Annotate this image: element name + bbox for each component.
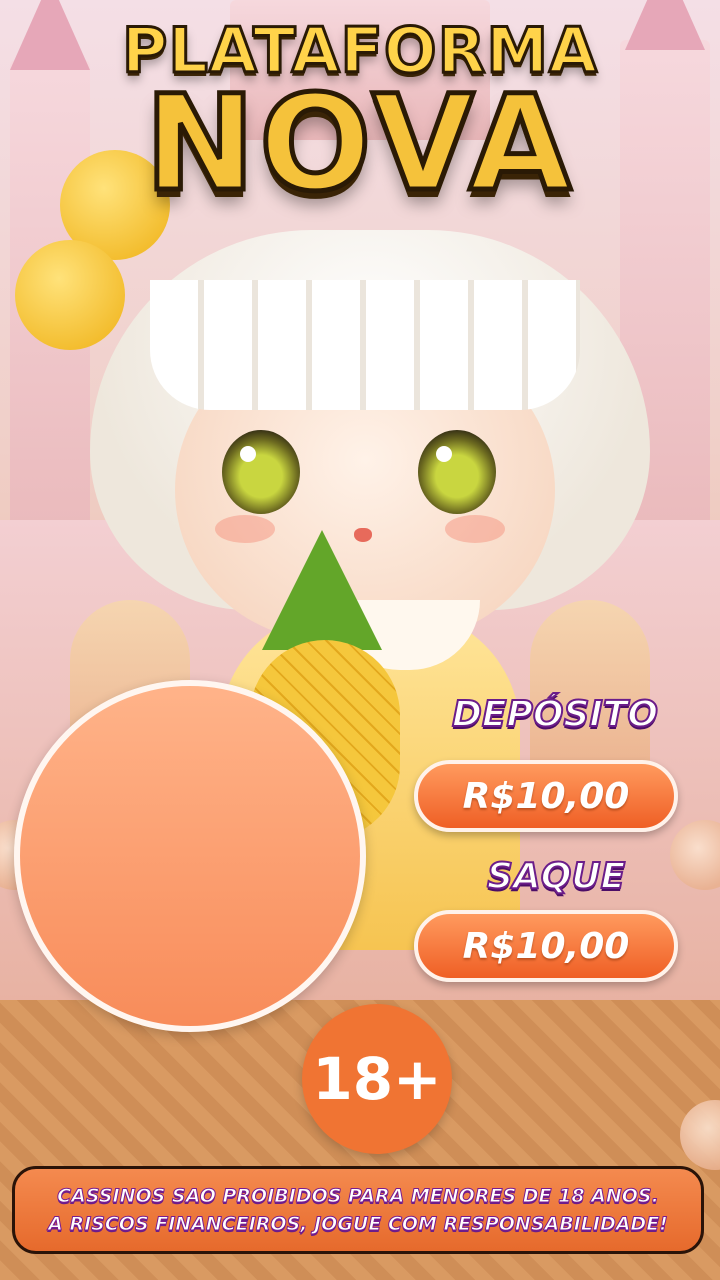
withdraw-amount-button[interactable]: R$10,00 bbox=[414, 910, 678, 982]
disclaimer-banner: CASSINOS SAO PROIBIDOS PARA MENORES DE 1… bbox=[12, 1166, 704, 1254]
disclaimer-line-1: CASSINOS SAO PROIBIDOS PARA MENORES DE 1… bbox=[57, 1185, 660, 1208]
withdraw-label: SAQUE bbox=[486, 855, 626, 898]
pineapple-leaves bbox=[262, 530, 382, 650]
character-bangs bbox=[150, 280, 580, 410]
age-restriction-text: 18+ bbox=[312, 1045, 442, 1113]
banner-title: PLATAFORMA NOVA bbox=[0, 18, 720, 221]
deposit-amount-button[interactable]: R$10,00 bbox=[414, 760, 678, 832]
disclaimer-line-2: A RISCOS FINANCEIROS, JOGUE COM RESPONSA… bbox=[48, 1213, 669, 1236]
hair-bun-decoration bbox=[15, 240, 125, 350]
character-cheek bbox=[445, 515, 505, 543]
character-eye-right bbox=[418, 430, 496, 514]
title-line-nova: NOVA bbox=[142, 67, 576, 221]
character-eye-left bbox=[222, 430, 300, 514]
withdraw-amount: R$10,00 bbox=[462, 925, 630, 967]
age-restriction-badge: 18+ bbox=[302, 1004, 452, 1154]
deposit-label: DEPÓSITO bbox=[451, 693, 659, 736]
deposit-amount: R$10,00 bbox=[462, 775, 630, 817]
circle-frame bbox=[14, 680, 366, 1032]
